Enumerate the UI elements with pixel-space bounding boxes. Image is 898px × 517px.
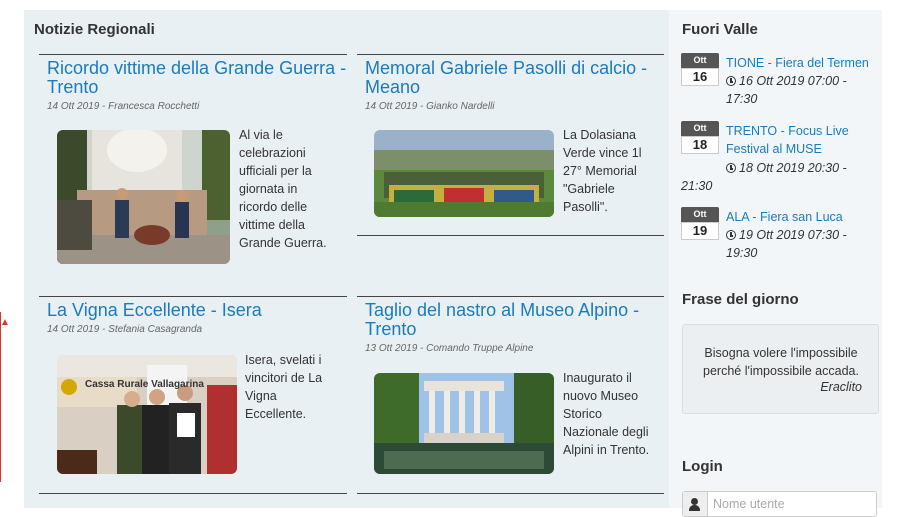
event-item: Ott 19 ALA - Fiera san Luca 19 Ott 2019 … xyxy=(681,207,876,267)
article-title-link[interactable]: Ricordo vittime della Grande Guerra - Tr… xyxy=(47,59,347,97)
quote-of-the-day: Bisogna volere l'impossibile perché l'im… xyxy=(682,324,879,414)
divider xyxy=(357,235,664,236)
calendar-day: 18 xyxy=(681,136,719,154)
event-title-link[interactable]: TRENTO - Focus Live Festival al MUSE xyxy=(726,122,866,158)
article-title-link[interactable]: La Vigna Eccellente - Isera xyxy=(47,301,347,320)
clock-icon xyxy=(726,163,736,173)
user-icon xyxy=(683,492,708,516)
calendar-month: Ott xyxy=(681,53,719,68)
article-thumbnail[interactable] xyxy=(57,130,230,264)
clock-icon xyxy=(726,76,736,86)
clock-icon xyxy=(726,230,736,240)
article-excerpt: Al via le celebrazioni ufficiali per la … xyxy=(239,128,327,250)
arrow-up-icon: ▲ xyxy=(0,317,10,328)
article-title-link[interactable]: Taglio del nastro al Museo Alpino - Tren… xyxy=(365,301,664,339)
article-meta: 14 Ott 2019 - Stefania Casagranda xyxy=(47,324,203,335)
username-field[interactable]: Nome utente xyxy=(682,491,877,517)
article-excerpt: La Dolasiana Verde vince 1l 27° Memorial… xyxy=(563,128,642,214)
divider xyxy=(39,493,347,494)
calendar-month: Ott xyxy=(681,121,719,136)
event-title-link[interactable]: ALA - Fiera san Luca xyxy=(726,208,881,226)
article-meta: 14 Ott 2019 - Gianko Nardelli xyxy=(365,101,495,112)
sidebar: Fuori Valle Ott 16 TIONE - Fiera del Ter… xyxy=(669,10,882,517)
quote-text: Bisogna volere l'impossibile perché l'im… xyxy=(703,346,859,378)
calendar-day: 16 xyxy=(681,68,719,86)
article-thumbnail[interactable]: Cassa Rurale Vallagarina xyxy=(57,355,237,474)
event-time: 16 Ott 2019 07:00 - 17:30 xyxy=(726,74,847,106)
sidebar-heading: Fuori Valle xyxy=(682,21,758,38)
calendar-month: Ott xyxy=(681,207,719,222)
section-heading: Notizie Regionali xyxy=(34,21,155,38)
divider xyxy=(357,493,664,494)
regional-news-section: Notizie Regionali Ricordo vittime della … xyxy=(24,10,669,508)
event-time: 18 Ott 2019 20:30 - 21:30 xyxy=(681,161,847,193)
article-meta: 13 Ott 2019 - Comando Truppe Alpine xyxy=(365,343,534,354)
event-item: Ott 16 TIONE - Fiera del Termen 16 Ott 2… xyxy=(681,53,876,113)
article-excerpt: Inaugurato il nuovo Museo Storico Nazion… xyxy=(563,371,650,457)
sidebar-heading: Login xyxy=(682,458,723,475)
event-title-link[interactable]: TIONE - Fiera del Termen xyxy=(726,54,881,72)
article-excerpt: Isera, svelati i vincitori de La Vigna E… xyxy=(245,353,323,421)
event-time: 19 Ott 2019 07:30 - 19:30 xyxy=(726,228,847,260)
username-placeholder: Nome utente xyxy=(713,497,785,511)
article-meta: 14 Ott 2019 - Francesca Rocchetti xyxy=(47,101,200,112)
sidebar-heading: Frase del giorno xyxy=(682,291,799,308)
calendar-day: 19 xyxy=(681,222,719,240)
quote-author: Eraclito xyxy=(820,380,862,394)
event-item: Ott 18 TRENTO - Focus Live Festival al M… xyxy=(681,121,876,201)
thumbnail-sign-text: Cassa Rurale Vallagarina xyxy=(85,379,204,390)
article-title-link[interactable]: Memoral Gabriele Pasolli di calcio - Mea… xyxy=(365,59,664,97)
article-thumbnail[interactable] xyxy=(374,373,554,474)
article-thumbnail[interactable] xyxy=(374,130,554,217)
left-edge-marker xyxy=(0,312,3,482)
